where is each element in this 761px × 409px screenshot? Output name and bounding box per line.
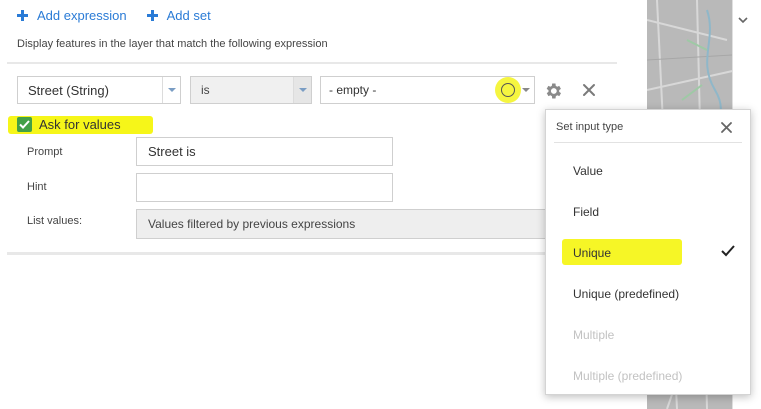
operator-select-arrow[interactable] — [293, 77, 311, 103]
option-multiple: Multiple — [573, 328, 615, 342]
divider — [7, 252, 617, 255]
popover-title: Set input type — [556, 121, 624, 133]
close-icon[interactable] — [581, 82, 597, 98]
add-set-button[interactable]: Add set — [146, 8, 211, 23]
option-unique-predefined[interactable]: Unique (predefined) — [573, 287, 679, 301]
option-unique[interactable]: Unique — [573, 246, 611, 260]
close-icon[interactable] — [720, 121, 733, 134]
add-expression-label: Add expression — [37, 8, 127, 23]
circle-icon[interactable] — [501, 83, 515, 97]
operator-select-value: is — [201, 83, 210, 97]
divider — [554, 142, 742, 143]
plus-icon — [17, 10, 28, 21]
hint-label: Hint — [27, 181, 47, 193]
operator-select[interactable]: is — [190, 76, 312, 104]
prompt-label: Prompt — [27, 146, 63, 158]
plus-icon — [146, 10, 158, 21]
ask-for-values-label: Ask for values — [39, 117, 121, 132]
chevron-down-icon — [167, 88, 176, 92]
chevron-down-icon — [298, 88, 307, 92]
expression-toolbar: Add expression Add set — [17, 8, 231, 23]
input-type-popover: Set input type Value Field Unique Unique… — [545, 109, 751, 395]
ask-for-values-toggle[interactable]: Ask for values — [17, 117, 121, 132]
option-field[interactable]: Field — [573, 205, 599, 219]
ask-for-values-checkbox[interactable] — [17, 117, 32, 132]
list-values-value: Values filtered by previous expressions — [148, 217, 356, 231]
field-select-value: Street (String) — [28, 82, 109, 98]
list-values-select[interactable]: Values filtered by previous expressions — [136, 209, 556, 239]
checkmark-icon — [721, 245, 735, 257]
divider — [7, 62, 617, 64]
hint-input[interactable] — [136, 173, 393, 202]
instruction-text: Display features in the layer that match… — [17, 38, 328, 50]
value-select-placeholder: - empty - — [329, 83, 377, 97]
list-values-label: List values: — [27, 215, 83, 227]
option-multiple-predefined: Multiple (predefined) — [573, 369, 683, 383]
option-value[interactable]: Value — [573, 164, 603, 178]
add-set-label: Add set — [166, 8, 211, 23]
field-select[interactable]: Street (String) — [17, 76, 181, 104]
gear-icon[interactable] — [543, 81, 563, 101]
add-expression-button[interactable]: Add expression — [17, 8, 127, 23]
chevron-down-icon[interactable] — [737, 14, 749, 26]
checkmark-icon — [19, 120, 30, 129]
field-select-arrow[interactable] — [162, 77, 180, 103]
chevron-down-icon — [522, 88, 530, 92]
prompt-input[interactable] — [136, 137, 393, 166]
